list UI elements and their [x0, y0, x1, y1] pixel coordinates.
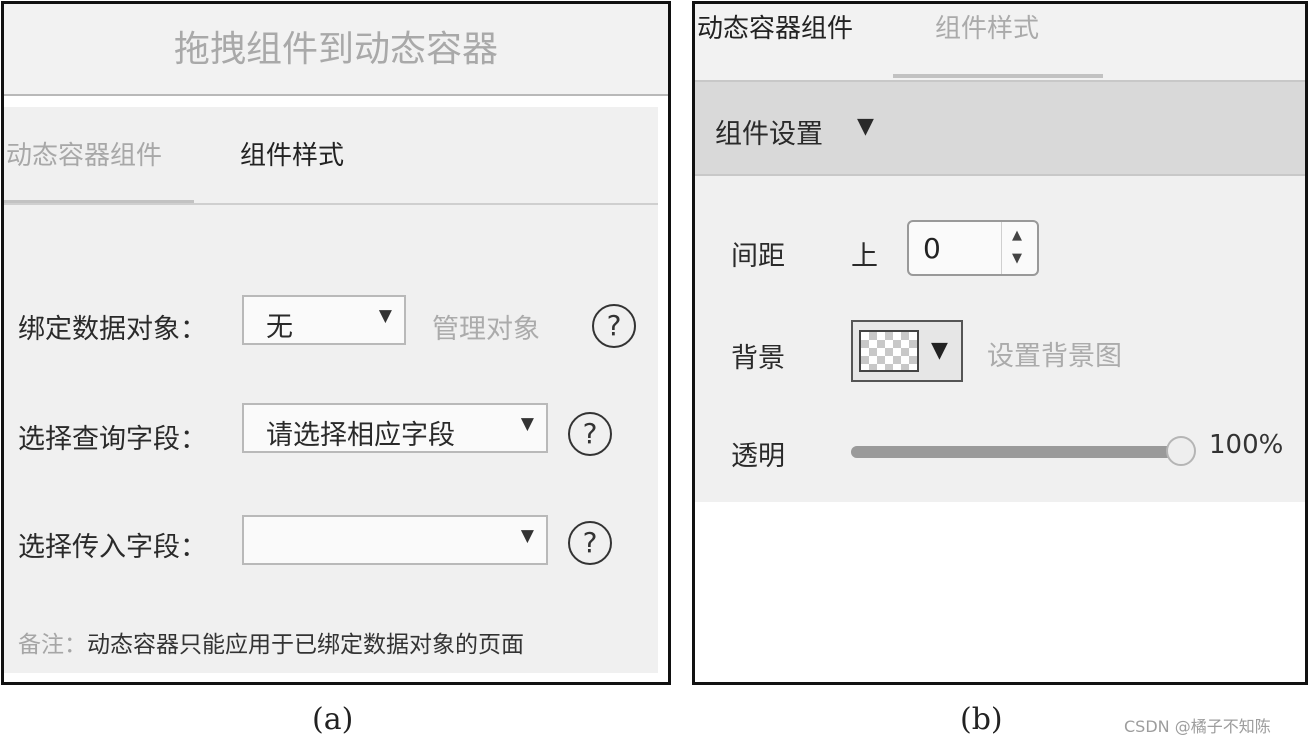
bind-data-object-label: 绑定数据对象：	[18, 314, 207, 345]
component-settings-header[interactable]: 组件设置 ▼	[695, 80, 1305, 176]
opacity-value: 100%	[1209, 430, 1284, 460]
tab-dynamic-container-components[interactable]: 动态容器组件	[6, 135, 162, 172]
caret-down-icon: ▼	[857, 114, 874, 139]
query-field-label: 选择查询字段：	[18, 424, 207, 455]
note-text: 动态容器只能应用于已绑定数据对象的页面	[87, 632, 524, 658]
panel-a-header: 拖拽组件到动态容器	[4, 4, 668, 96]
spacing-label: 间距	[731, 241, 785, 272]
component-settings-label: 组件设置	[715, 119, 823, 150]
chevron-down-icon[interactable]: ▼	[1012, 251, 1022, 266]
caret-down-icon: ▼	[931, 338, 948, 363]
help-icon[interactable]: ?	[592, 304, 636, 348]
help-icon[interactable]: ?	[568, 412, 612, 456]
opacity-slider-thumb[interactable]	[1166, 436, 1196, 466]
panel-b: 动态容器组件 组件样式 组件设置 ▼ 间距 上 0 ▲ ▼ 背景 ▼ 设置背景图…	[692, 1, 1308, 685]
watermark: CSDN @橘子不知陈	[1124, 717, 1271, 736]
caption-b: (b)	[960, 702, 1003, 737]
manage-object-link[interactable]: 管理对象	[432, 307, 540, 346]
background-label: 背景	[731, 343, 785, 374]
query-field-value: 请选择相应字段	[266, 420, 455, 451]
note: 备注：动态容器只能应用于已绑定数据对象的页面	[18, 625, 524, 659]
bind-data-object-value: 无	[266, 312, 293, 343]
opacity-slider[interactable]	[851, 436, 1196, 466]
active-tab-indicator	[893, 74, 1103, 78]
background-color-picker[interactable]: ▼	[851, 320, 963, 382]
query-field-select[interactable]: 请选择相应字段 ▼	[242, 403, 548, 453]
bind-data-object-select[interactable]: 无 ▼	[242, 295, 406, 345]
spacing-value: 0	[923, 232, 941, 265]
opacity-label: 透明	[731, 441, 785, 472]
caret-down-icon: ▼	[520, 414, 534, 434]
transparent-swatch-icon	[859, 330, 919, 372]
panel-b-body: 间距 上 0 ▲ ▼ 背景 ▼ 设置背景图 透明 100%	[695, 176, 1305, 502]
tab-dynamic-container-components[interactable]: 动态容器组件	[697, 8, 853, 45]
stepper-arrows: ▲ ▼	[1001, 222, 1037, 274]
tab-divider	[4, 203, 658, 205]
tab-component-style[interactable]: 组件样式	[935, 8, 1039, 45]
caret-down-icon: ▼	[378, 306, 392, 326]
note-prefix: 备注：	[18, 632, 87, 658]
spacing-stepper[interactable]: 0 ▲ ▼	[907, 220, 1039, 276]
chevron-up-icon[interactable]: ▲	[1012, 228, 1022, 243]
input-field-select[interactable]: ▼	[242, 515, 548, 565]
tab-component-style[interactable]: 组件样式	[240, 135, 344, 172]
input-field-label: 选择传入字段：	[18, 532, 207, 563]
help-icon[interactable]: ?	[568, 521, 612, 565]
panel-a-body: 动态容器组件 组件样式 绑定数据对象： 无 ▼ 管理对象 ? 选择查询字段： 请…	[4, 107, 658, 673]
set-background-image-link[interactable]: 设置背景图	[987, 334, 1122, 373]
spacing-top-label: 上	[851, 241, 878, 272]
opacity-slider-fill	[851, 446, 1181, 458]
drag-title: 拖拽组件到动态容器	[173, 29, 498, 70]
panel-a: 拖拽组件到动态容器 动态容器组件 组件样式 绑定数据对象： 无 ▼ 管理对象 ?…	[1, 1, 671, 685]
caption-a: (a)	[312, 702, 354, 737]
panel-b-tabs: 动态容器组件 组件样式	[695, 4, 1305, 80]
caret-down-icon: ▼	[520, 526, 534, 546]
